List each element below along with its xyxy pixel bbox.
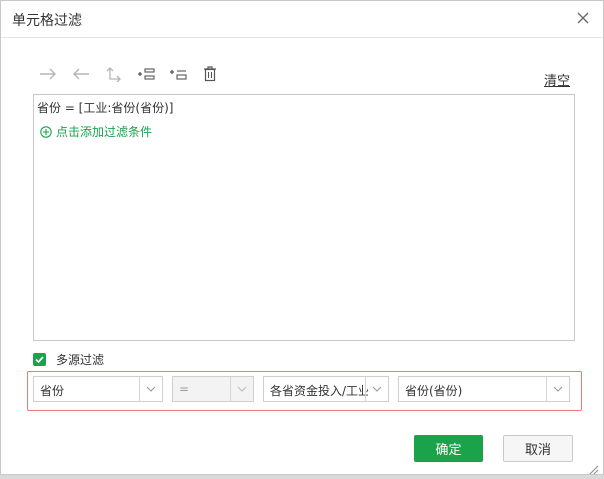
insert-before-icon[interactable] (135, 63, 157, 85)
cell-filter-dialog: 单元格过滤 清空 省份 = [工业:省份(省份)] 点击添加过滤条件 多源过滤 … (0, 0, 604, 475)
hierarchy-icon[interactable] (102, 63, 124, 85)
multi-source-checkbox[interactable] (33, 353, 46, 366)
dataset-select[interactable]: 各省资金投入/工业 (263, 376, 389, 402)
chevron-down-icon[interactable] (546, 377, 569, 401)
field-select-value: 省份 (40, 384, 65, 398)
close-icon[interactable] (575, 10, 591, 26)
resize-grip-icon[interactable] (589, 460, 599, 475)
dialog-title: 单元格过滤 (12, 13, 82, 29)
arrow-left-icon[interactable] (70, 63, 92, 85)
filter-expression-text[interactable]: 省份 = [工业:省份(省份)] (37, 99, 173, 116)
dialog-titlebar: 单元格过滤 (1, 1, 603, 38)
filter-expression-editor[interactable]: 省份 = [工业:省份(省份)] 点击添加过滤条件 (33, 94, 575, 341)
cancel-button[interactable]: 取消 (503, 435, 573, 462)
operator-select[interactable]: = (172, 376, 254, 402)
add-condition-label: 点击添加过滤条件 (56, 125, 153, 139)
field-select[interactable]: 省份 (33, 376, 163, 402)
ok-button[interactable]: 确定 (414, 435, 483, 462)
plus-circle-icon (40, 125, 52, 138)
chevron-down-icon[interactable] (365, 377, 388, 401)
add-condition-link[interactable]: 点击添加过滤条件 (40, 123, 152, 140)
operator-select-value: = (179, 382, 190, 396)
target-field-select[interactable]: 省份(省份) (398, 376, 570, 402)
insert-after-icon[interactable] (167, 63, 189, 85)
trash-icon[interactable] (199, 63, 221, 85)
dataset-select-value: 各省资金投入/工业 (270, 384, 368, 398)
clear-link[interactable]: 清空 (544, 70, 570, 89)
multi-source-filter: 多源过滤 (33, 351, 104, 368)
multi-source-label: 多源过滤 (56, 353, 105, 367)
checkmark-icon (35, 356, 44, 364)
chevron-down-icon[interactable] (139, 377, 162, 401)
chevron-down-icon[interactable] (230, 377, 253, 401)
target-field-select-value: 省份(省份) (405, 384, 463, 398)
arrow-right-icon[interactable] (37, 63, 59, 85)
